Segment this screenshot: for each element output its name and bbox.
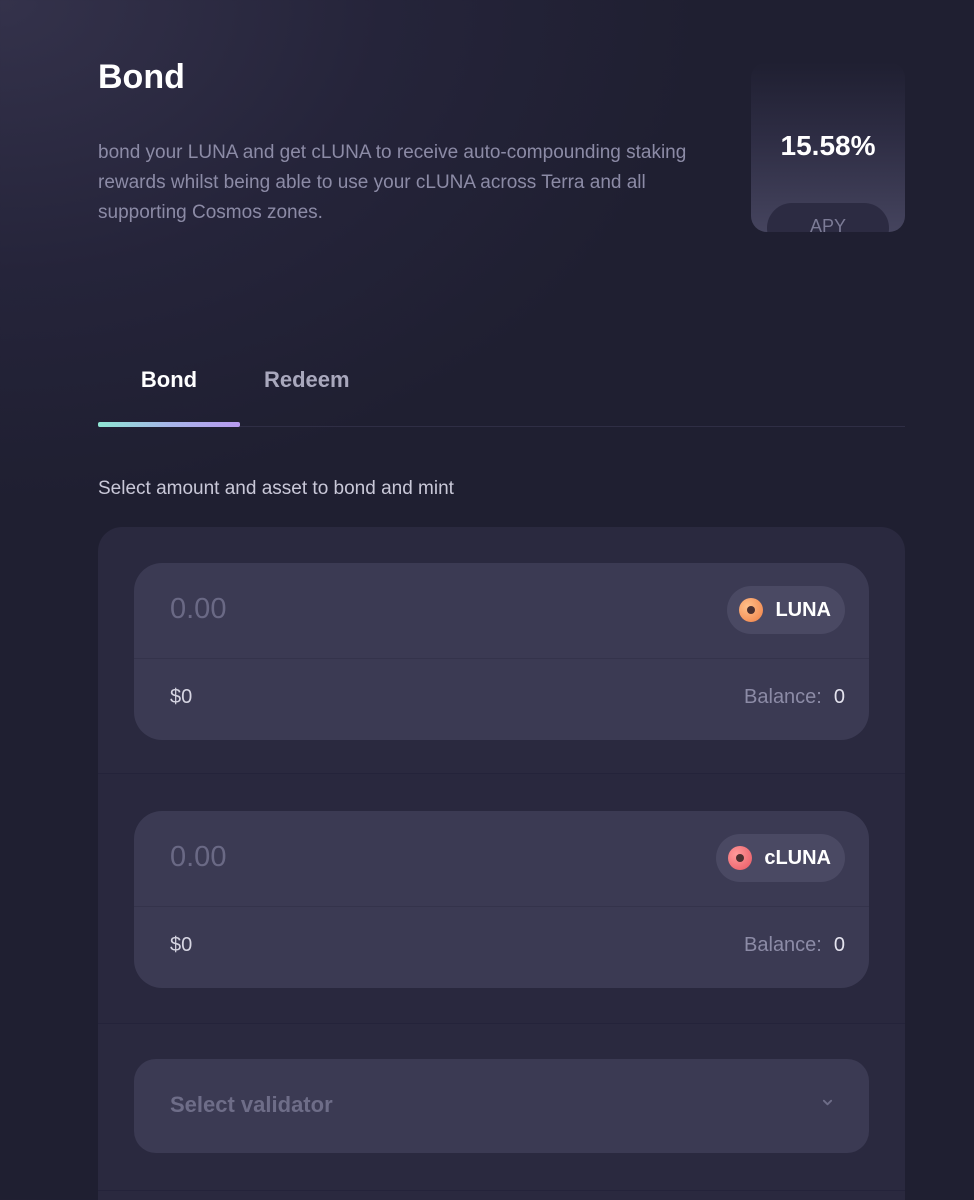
cluna-token-label: cLUNA — [764, 846, 831, 869]
tab-bar: Bond Redeem — [98, 346, 905, 427]
form-instruction: Select amount and asset to bond and mint — [98, 478, 454, 499]
page-description: bond your LUNA and get cLUNA to receive … — [98, 142, 687, 223]
chevron-down-icon — [822, 1099, 833, 1106]
bond-form-panel: LUNA $0 Balance: 0 cLUNA $0 Balance: 0 S… — [98, 527, 905, 1200]
apy-label: APY — [767, 203, 889, 232]
tab-bond[interactable]: Bond — [98, 346, 240, 427]
validator-placeholder: Select validator — [170, 1092, 333, 1117]
cluna-balance[interactable]: Balance: 0 — [744, 934, 845, 957]
luna-amount-input[interactable] — [170, 593, 670, 626]
cluna-amount-input[interactable] — [170, 841, 670, 874]
apy-value: 15.58% — [780, 130, 876, 161]
form-divider — [98, 1190, 905, 1191]
luna-token-label: LUNA — [775, 598, 831, 621]
validator-select[interactable]: Select validator — [134, 1059, 869, 1153]
luna-token-selector[interactable]: LUNA — [727, 586, 845, 634]
tab-redeem[interactable]: Redeem — [264, 346, 350, 427]
cluna-token-icon — [728, 846, 753, 870]
form-divider — [98, 773, 905, 774]
page-title: Bond — [98, 58, 185, 96]
luna-token-icon — [739, 598, 764, 622]
apy-card: 15.58% APY — [751, 62, 905, 232]
asset-box-divider — [134, 906, 869, 907]
luna-amount-box: LUNA $0 Balance: 0 — [134, 563, 869, 740]
luna-balance[interactable]: Balance: 0 — [744, 686, 845, 709]
active-tab-indicator — [98, 422, 240, 427]
asset-box-divider — [134, 658, 869, 659]
cluna-usd-value: $0 — [170, 934, 193, 956]
balance-label: Balance: — [744, 686, 822, 708]
luna-usd-value: $0 — [170, 686, 193, 708]
balance-value: 0 — [833, 686, 845, 708]
cluna-token-selector[interactable]: cLUNA — [716, 834, 845, 882]
cluna-amount-box: cLUNA $0 Balance: 0 — [134, 811, 869, 988]
form-divider — [98, 1023, 905, 1024]
balance-value: 0 — [833, 934, 845, 956]
balance-label: Balance: — [744, 934, 822, 956]
